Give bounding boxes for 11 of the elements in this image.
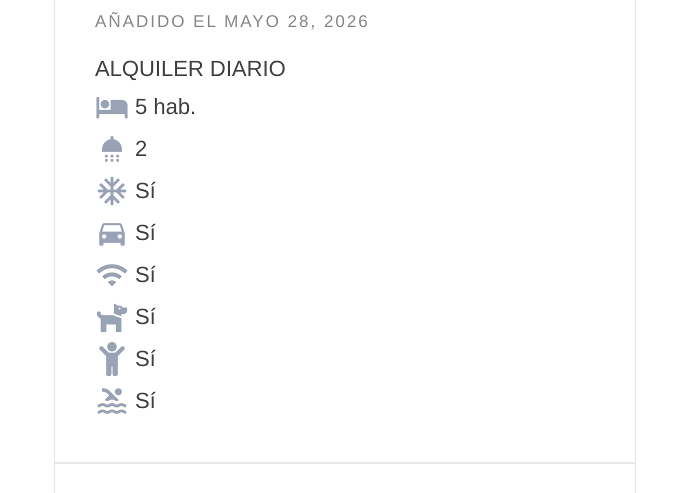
added-date: AÑADIDO EL MAYO 28, 2026 — [95, 11, 370, 33]
feature-value: Sí — [135, 220, 156, 246]
feature-value: Sí — [135, 346, 156, 372]
feature-value: Sí — [135, 178, 156, 204]
snowflake-icon — [95, 174, 129, 208]
rental-type: ALQUILER DIARIO — [95, 56, 286, 82]
feature-value: Sí — [135, 304, 156, 330]
feature-value: 5 hab. — [135, 94, 196, 120]
feature-value: Sí — [135, 262, 156, 288]
feature-value: 2 — [135, 136, 148, 162]
feature-value: Sí — [135, 388, 156, 414]
